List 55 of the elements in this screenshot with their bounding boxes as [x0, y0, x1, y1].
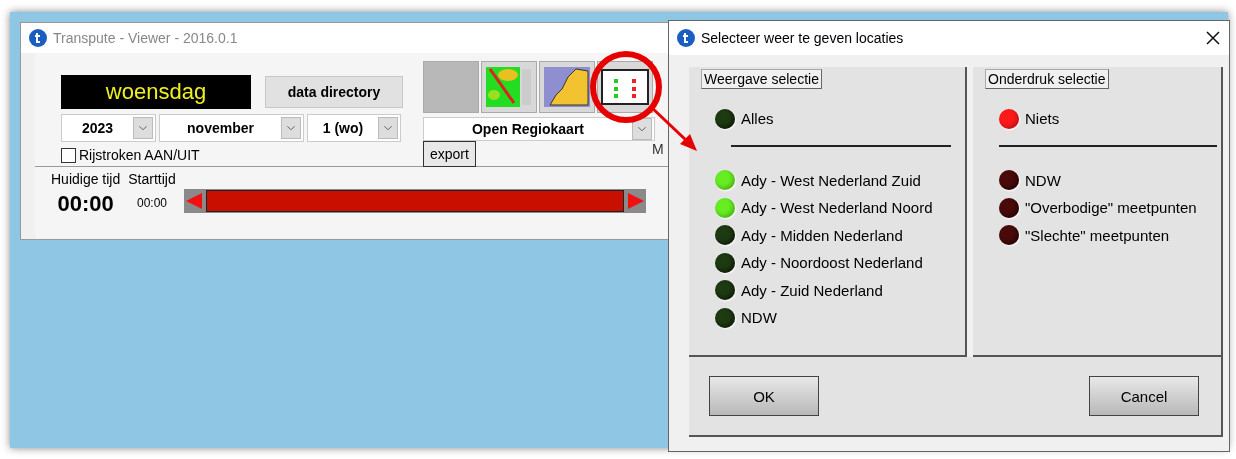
option-label: Ady - West Nederland Noord [741, 199, 933, 217]
app-icon [29, 29, 47, 47]
indicator-light[interactable] [999, 170, 1019, 191]
locations-view-button[interactable] [597, 61, 653, 113]
option-label: NDW [1025, 171, 1061, 189]
indicator-light[interactable] [715, 225, 735, 246]
panel-title: Onderdruk selectie [985, 69, 1109, 89]
year-dropdown[interactable]: 2023 [61, 114, 156, 142]
option-label: "Overbodige" meetpunten [1025, 199, 1197, 217]
locations-icon [600, 67, 650, 107]
month-dropdown[interactable]: november [159, 114, 304, 142]
caret-icon [632, 118, 652, 140]
current-time: 00:00 [57, 191, 114, 217]
indicator-light[interactable] [999, 197, 1019, 218]
cut-label: M [651, 141, 664, 157]
right-arrow-icon [625, 193, 646, 209]
day-dropdown[interactable]: 1 (wo) [307, 114, 401, 142]
caret-icon [281, 117, 301, 139]
option-label: Niets [1025, 110, 1060, 128]
caret-icon [133, 117, 153, 139]
option-label: Alles [741, 110, 774, 128]
close-icon[interactable] [1205, 30, 1221, 46]
indicator-light[interactable] [715, 252, 735, 273]
option-label: "Slechte" meetpunten [1025, 226, 1170, 244]
data-directory-button[interactable]: data directory [265, 76, 403, 108]
dialog-button[interactable]: Cancel [1089, 376, 1199, 416]
indicator-light[interactable] [999, 225, 1019, 246]
panel-title: Weergave selectie [701, 69, 822, 89]
map-view-button[interactable] [539, 61, 595, 113]
indicator-light[interactable] [715, 108, 735, 129]
option-label: Ady - Midden Nederland [741, 226, 903, 244]
option-label: Ady - West Nederland Zuid [741, 171, 921, 189]
start-time: 00:00 [137, 196, 167, 210]
indicator-light[interactable] [715, 307, 735, 328]
app-icon [677, 29, 695, 47]
option-label: Ady - Noordoost Nederland [741, 254, 923, 272]
lanes-checkbox[interactable] [61, 147, 76, 163]
timeline-slider[interactable] [183, 189, 646, 213]
dialog-button[interactable]: OK [709, 376, 819, 416]
highlight-circle [590, 51, 662, 123]
caret-icon [378, 117, 398, 139]
current-time-label: Huidige tijd [51, 171, 121, 187]
day-display: woensdag [61, 75, 251, 109]
heatmap-icon [484, 65, 534, 109]
window-title: Transpute - Viewer - 2016.0.1 [53, 30, 238, 46]
map-icon [542, 65, 592, 109]
start-time-label: Starttijd [128, 171, 176, 187]
export-button[interactable]: export [423, 141, 476, 167]
indicator-light[interactable] [715, 280, 735, 301]
heatmap-view-button[interactable] [481, 61, 537, 113]
region-map-dropdown[interactable]: Open Regiokaart [423, 117, 655, 141]
dialog-title: Selecteer weer te geven locaties [701, 30, 904, 46]
option-label: NDW [741, 309, 777, 327]
option-label: Ady - Zuid Nederland [741, 281, 883, 299]
checkbox-label: Rijstroken AAN/UIT [79, 147, 200, 163]
